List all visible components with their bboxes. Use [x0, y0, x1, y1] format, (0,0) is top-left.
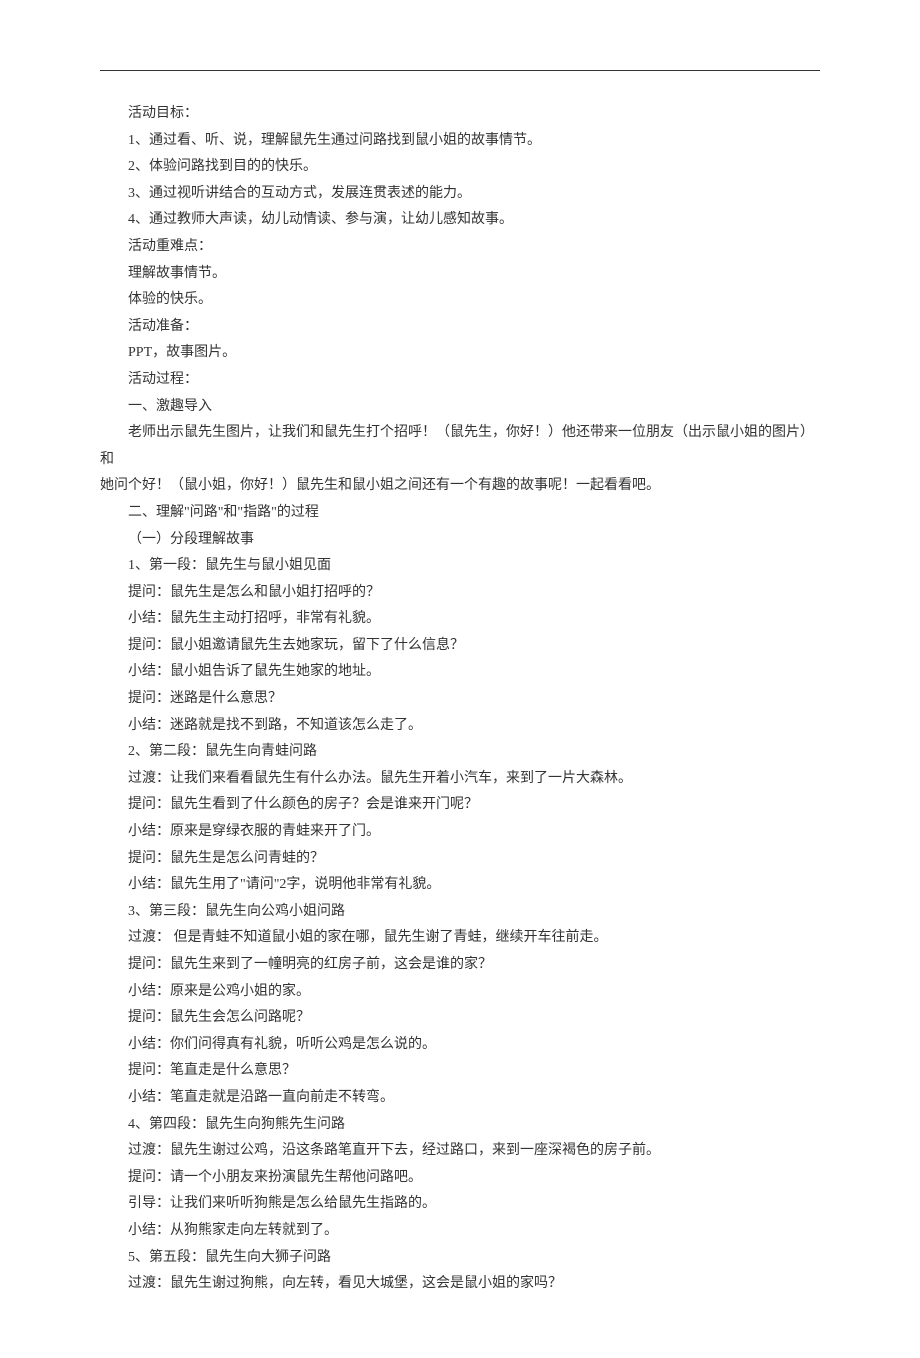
text-line: 小结：鼠先生用了"请问"2字，说明他非常有礼貌。	[100, 872, 820, 899]
text-line: 提问：鼠先生来到了一幢明亮的红房子前，这会是谁的家？	[100, 952, 820, 979]
text-line: 活动过程：	[100, 367, 820, 394]
text-line: 3、通过视听讲结合的互动方式，发展连贯表述的能力。	[100, 181, 820, 208]
text-line: 1、第一段：鼠先生与鼠小姐见面	[100, 553, 820, 580]
text-line: 小结：原来是穿绿衣服的青蛙来开了门。	[100, 819, 820, 846]
text-line: 提问：鼠小姐邀请鼠先生去她家玩，留下了什么信息？	[100, 633, 820, 660]
text-line: 二、理解"问路"和"指路"的过程	[100, 500, 820, 527]
text-line: 4、通过教师大声读，幼儿动情读、参与演，让幼儿感知故事。	[100, 207, 820, 234]
text-line: 活动目标：	[100, 101, 820, 128]
horizontal-rule	[100, 70, 820, 71]
text-line: 老师出示鼠先生图片，让我们和鼠先生打个招呼！（鼠先生，你好！）他还带来一位朋友（…	[100, 420, 820, 473]
text-line: 5、第五段：鼠先生向大狮子问路	[100, 1245, 820, 1272]
text-line: 提问：请一个小朋友来扮演鼠先生帮他问路吧。	[100, 1165, 820, 1192]
text-line: 一、激趣导入	[100, 394, 820, 421]
text-line: 小结：迷路就是找不到路，不知道该怎么走了。	[100, 713, 820, 740]
text-line: 1、通过看、听、说，理解鼠先生通过问路找到鼠小姐的故事情节。	[100, 128, 820, 155]
document-body: 活动目标：1、通过看、听、说，理解鼠先生通过问路找到鼠小姐的故事情节。2、体验问…	[100, 101, 820, 1298]
text-line: 提问：笔直走是什么意思？	[100, 1058, 820, 1085]
text-line: 过渡：鼠先生谢过公鸡，沿这条路笔直开下去，经过路口，来到一座深褐色的房子前。	[100, 1138, 820, 1165]
text-line: 小结：鼠先生主动打招呼，非常有礼貌。	[100, 606, 820, 633]
text-line: 体验的快乐。	[100, 287, 820, 314]
text-line: 小结：从狗熊家走向左转就到了。	[100, 1218, 820, 1245]
text-line: 提问：鼠先生是怎么和鼠小姐打招呼的？	[100, 580, 820, 607]
text-line: 她问个好！（鼠小姐，你好！）鼠先生和鼠小姐之间还有一个有趣的故事呢！一起看看吧。	[100, 473, 820, 500]
text-line: 提问：鼠先生会怎么问路呢？	[100, 1005, 820, 1032]
text-line: 提问：鼠先生看到了什么颜色的房子？会是谁来开门呢？	[100, 792, 820, 819]
text-line: 小结：笔直走就是沿路一直向前走不转弯。	[100, 1085, 820, 1112]
text-line: 活动准备：	[100, 314, 820, 341]
text-line: PPT，故事图片。	[100, 340, 820, 367]
text-line: 提问：迷路是什么意思？	[100, 686, 820, 713]
text-line: 理解故事情节。	[100, 261, 820, 288]
text-line: （一）分段理解故事	[100, 527, 820, 554]
text-line: 过渡：鼠先生谢过狗熊，向左转，看见大城堡，这会是鼠小姐的家吗？	[100, 1271, 820, 1298]
text-line: 2、第二段：鼠先生向青蛙问路	[100, 739, 820, 766]
text-line: 小结：鼠小姐告诉了鼠先生她家的地址。	[100, 659, 820, 686]
text-line: 2、体验问路找到目的的快乐。	[100, 154, 820, 181]
text-line: 提问：鼠先生是怎么问青蛙的？	[100, 846, 820, 873]
text-line: 过渡： 但是青蛙不知道鼠小姐的家在哪，鼠先生谢了青蛙，继续开车往前走。	[100, 925, 820, 952]
text-line: 引导：让我们来听听狗熊是怎么给鼠先生指路的。	[100, 1191, 820, 1218]
text-line: 过渡：让我们来看看鼠先生有什么办法。鼠先生开着小汽车，来到了一片大森林。	[100, 766, 820, 793]
text-line: 小结：原来是公鸡小姐的家。	[100, 979, 820, 1006]
text-line: 3、第三段：鼠先生向公鸡小姐问路	[100, 899, 820, 926]
document-page: 活动目标：1、通过看、听、说，理解鼠先生通过问路找到鼠小姐的故事情节。2、体验问…	[0, 0, 920, 1358]
text-line: 4、第四段：鼠先生向狗熊先生问路	[100, 1112, 820, 1139]
text-line: 小结：你们问得真有礼貌，听听公鸡是怎么说的。	[100, 1032, 820, 1059]
text-line: 活动重难点：	[100, 234, 820, 261]
